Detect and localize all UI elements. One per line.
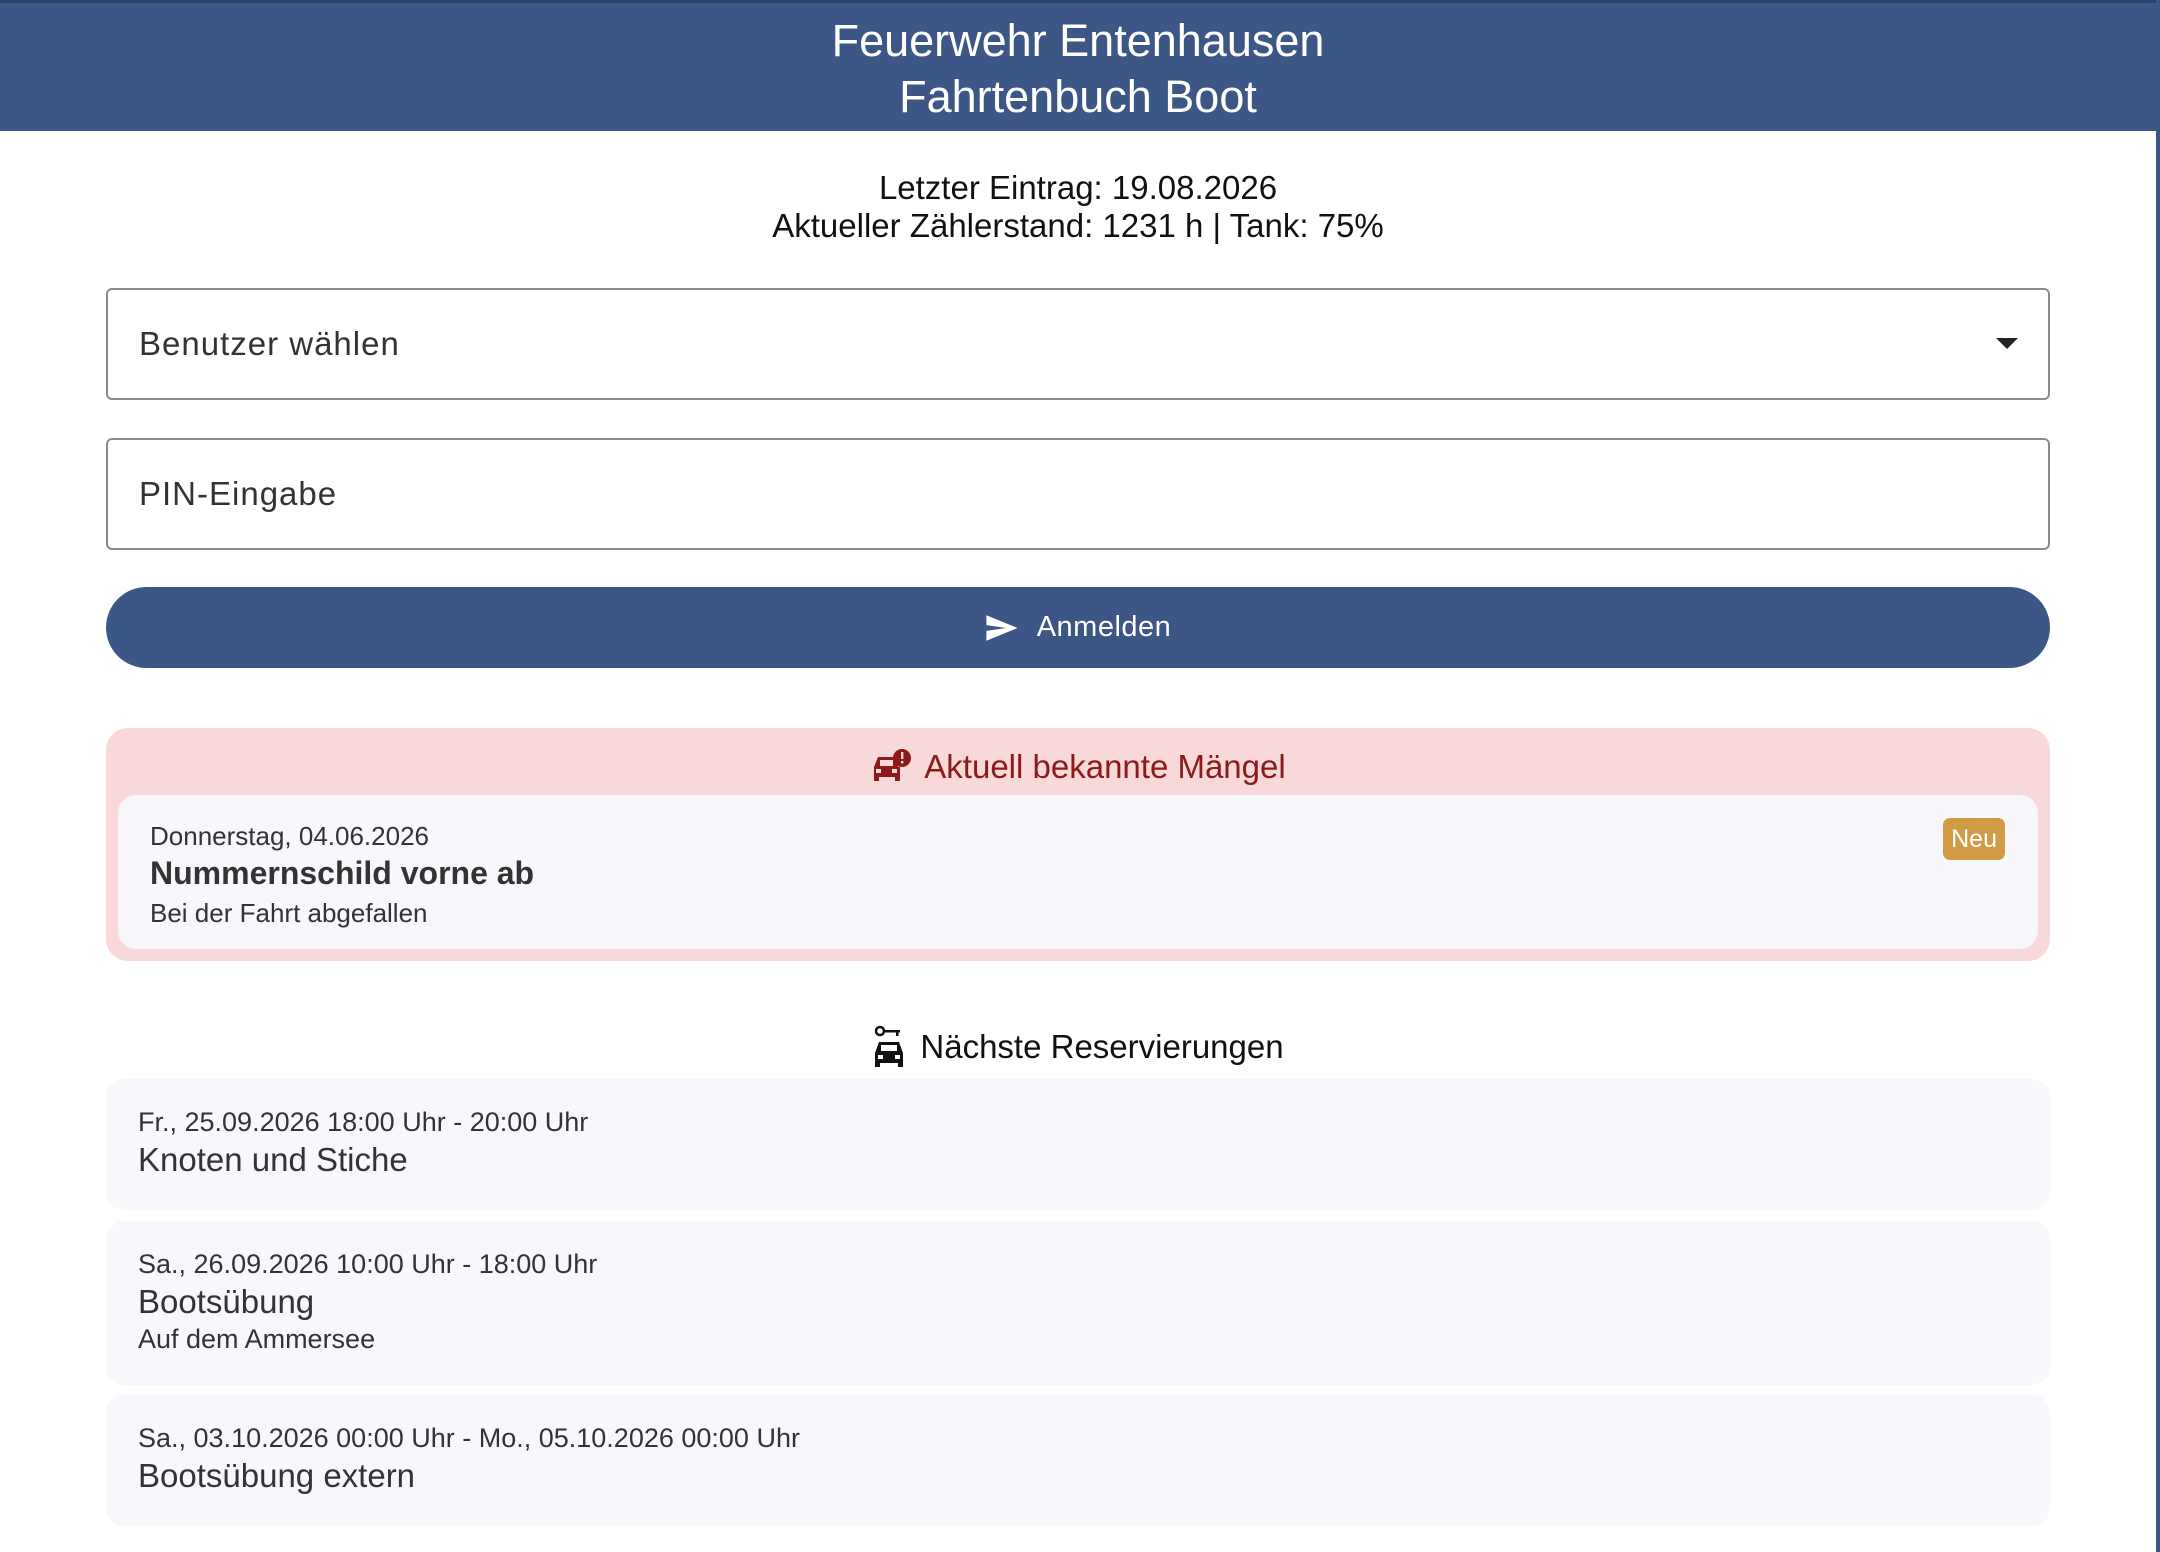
reservation-note: Auf dem Ammersee — [138, 1324, 376, 1354]
reservation-title: Knoten und Stiche — [138, 1141, 408, 1178]
reservation-title: Bootsübung extern — [138, 1457, 416, 1494]
send-icon — [986, 614, 1018, 641]
reservations-heading-text: Nächste Reservierungen — [920, 1028, 1284, 1065]
pin-field[interactable] — [106, 438, 2050, 550]
defects-heading-text: Aktuell bekannte Mängel — [924, 748, 1286, 785]
window-edge — [2156, 0, 2160, 1552]
login-button-label: Anmelden — [1036, 611, 1172, 643]
reservation-title: Bootsübung — [138, 1283, 315, 1320]
user-select-label: Benutzer wählen — [139, 325, 400, 362]
login-button[interactable]: Anmelden — [106, 587, 2050, 668]
defect-date: Donnerstag, 04.06.2026 — [150, 821, 429, 851]
app-header: Feuerwehr Entenhausen Fahrtenbuch Boot — [0, 0, 2156, 131]
reservations-heading: Nächste Reservierungen — [0, 1022, 2156, 1072]
user-select[interactable]: Benutzer wählen — [106, 288, 2050, 400]
car-key-icon — [875, 1025, 904, 1067]
defects-heading: Aktuell bekannte Mängel — [106, 742, 2050, 792]
reservation-item[interactable]: Sa., 26.09.2026 10:00 Uhr - 18:00 Uhr Bo… — [106, 1221, 2050, 1385]
reservation-item[interactable]: Sa., 03.10.2026 00:00 Uhr - Mo., 05.10.2… — [106, 1395, 2050, 1526]
meter-tank-text: Aktueller Zählerstand: 1231 h | Tank: 75… — [772, 207, 1384, 244]
car-warning-icon — [874, 749, 912, 781]
reservation-item[interactable]: Fr., 25.09.2026 18:00 Uhr - 20:00 Uhr Kn… — [106, 1079, 2050, 1210]
new-badge: Neu — [1943, 818, 2005, 860]
reservation-time: Sa., 03.10.2026 00:00 Uhr - Mo., 05.10.2… — [138, 1423, 800, 1453]
pin-input[interactable] — [108, 440, 2048, 548]
organization-title: Feuerwehr Entenhausen — [831, 15, 1325, 66]
dropdown-arrow-icon[interactable] — [1996, 338, 2018, 349]
reservation-time: Fr., 25.09.2026 18:00 Uhr - 20:00 Uhr — [138, 1107, 589, 1137]
defect-name: Nummernschild vorne ab — [150, 855, 535, 891]
last-entry-text: Letzter Eintrag: 19.08.2026 — [878, 169, 1278, 206]
known-defects-panel: Aktuell bekannte Mängel Donnerstag, 04.0… — [106, 728, 2050, 961]
defect-description: Bei der Fahrt abgefallen — [150, 898, 428, 928]
defect-card[interactable]: Donnerstag, 04.06.2026 Nummernschild vor… — [118, 795, 2038, 949]
logbook-title: Fahrtenbuch Boot — [899, 71, 1257, 122]
reservation-time: Sa., 26.09.2026 10:00 Uhr - 18:00 Uhr — [138, 1249, 598, 1279]
